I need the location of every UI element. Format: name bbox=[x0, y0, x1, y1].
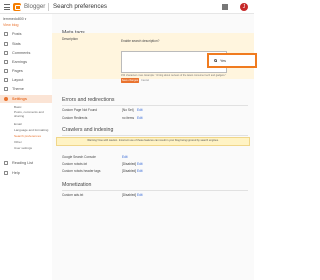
gear-icon bbox=[4, 97, 8, 101]
section-divider bbox=[62, 105, 248, 106]
blog-selector[interactable]: lemmedo800 ▾ bbox=[3, 17, 26, 21]
sidebar-item-pages[interactable]: Pages bbox=[0, 67, 52, 75]
top-bar: Blogger Search preferences J bbox=[0, 0, 254, 14]
page-title: Search preferences bbox=[53, 3, 107, 10]
custom-page-not-found-value: [No Set] bbox=[122, 108, 134, 112]
hamburger-menu-icon[interactable] bbox=[4, 4, 10, 10]
sidebar-item-label: Earnings bbox=[12, 59, 27, 64]
custom-redirects-value: no items bbox=[122, 116, 135, 120]
main-content: Meta tags Description Enable search desc… bbox=[52, 14, 257, 280]
sidebar-item-help[interactable]: Help bbox=[0, 169, 52, 177]
avatar[interactable]: J bbox=[240, 3, 248, 11]
apps-grid-icon[interactable] bbox=[222, 4, 228, 10]
description-label: Description bbox=[62, 37, 78, 41]
crawlers-heading: Crawlers and indexing bbox=[62, 127, 114, 133]
blog-name: lemmedo800 bbox=[3, 17, 24, 21]
chevron-down-icon: ▾ bbox=[24, 17, 27, 21]
sidebar-item-stats[interactable]: Stats bbox=[0, 40, 52, 48]
comments-icon bbox=[4, 51, 8, 55]
section-divider bbox=[62, 135, 248, 136]
settings-sub-posts-comments-sharing[interactable]: Posts, comments and sharing bbox=[14, 110, 48, 118]
sidebar-item-layout[interactable]: Layout bbox=[0, 76, 52, 84]
settings-sub-other[interactable]: Other bbox=[14, 140, 22, 144]
sidebar-item-earnings[interactable]: Earnings bbox=[0, 58, 52, 66]
crawlers-warning-banner: Warning! Use with caution. Incorrect use… bbox=[56, 137, 250, 146]
sidebar-item-label: Stats bbox=[12, 41, 21, 46]
sidebar-item-label: Posts bbox=[12, 31, 22, 36]
settings-sub-basic[interactable]: Basic bbox=[14, 105, 22, 109]
settings-sub-search-preferences[interactable]: Search preferences bbox=[14, 134, 41, 138]
save-changes-button[interactable]: Save changes bbox=[121, 78, 139, 83]
sidebar-item-label: Reading List bbox=[12, 160, 34, 165]
stats-icon bbox=[4, 42, 8, 46]
pages-icon bbox=[4, 69, 8, 73]
earnings-icon bbox=[4, 60, 8, 64]
custom-page-not-found-label: Custom Page Not Found bbox=[62, 108, 98, 112]
brand-name: Blogger bbox=[24, 3, 46, 10]
settings-sub-language[interactable]: Language and formatting bbox=[14, 128, 48, 132]
sidebar-item-label: Settings bbox=[12, 96, 27, 101]
enable-search-description-label: Enable search description? bbox=[121, 39, 160, 43]
settings-sub-user-settings[interactable]: User settings bbox=[14, 146, 32, 150]
help-icon bbox=[4, 171, 8, 175]
yes-radio-label: Yes bbox=[220, 58, 226, 63]
yes-radio-highlight[interactable]: Yes bbox=[207, 53, 257, 68]
sidebar-item-label: Help bbox=[12, 170, 20, 175]
custom-redirects-label: Custom Redirects bbox=[62, 116, 88, 120]
sidebar-item-label: Theme bbox=[12, 86, 24, 91]
sidebar-item-theme[interactable]: Theme bbox=[0, 85, 52, 93]
edit-custom-redirects-link[interactable]: Edit bbox=[137, 116, 143, 120]
posts-icon bbox=[4, 32, 8, 36]
layout-icon bbox=[4, 78, 8, 82]
sidebar-item-label: Comments bbox=[12, 50, 31, 55]
sidebar-item-posts[interactable]: Posts bbox=[0, 30, 52, 38]
cancel-button[interactable]: Cancel bbox=[141, 78, 149, 83]
sidebar-item-reading-list[interactable]: Reading List bbox=[0, 159, 52, 167]
yes-radio-button[interactable] bbox=[214, 59, 218, 63]
sidebar-item-settings[interactable]: Settings bbox=[0, 95, 52, 103]
settings-sub-email[interactable]: Email bbox=[14, 122, 22, 126]
sidebar-item-comments[interactable]: Comments bbox=[0, 49, 52, 57]
sidebar-item-label: Layout bbox=[12, 77, 24, 82]
sidebar: lemmedo800 ▾ View blog Posts Stats Comme… bbox=[0, 14, 52, 280]
view-blog-link[interactable]: View blog bbox=[3, 23, 19, 27]
description-hint: 150 characters max. Example: "A blog abo… bbox=[121, 74, 227, 77]
edit-custom-page-link[interactable]: Edit bbox=[137, 108, 143, 112]
reading-list-icon bbox=[4, 161, 8, 165]
header-divider bbox=[48, 3, 49, 11]
blogger-logo-icon[interactable] bbox=[13, 3, 21, 11]
errors-heading: Errors and redirections bbox=[62, 97, 115, 103]
sidebar-item-label: Pages bbox=[12, 68, 23, 73]
theme-icon bbox=[4, 87, 8, 91]
